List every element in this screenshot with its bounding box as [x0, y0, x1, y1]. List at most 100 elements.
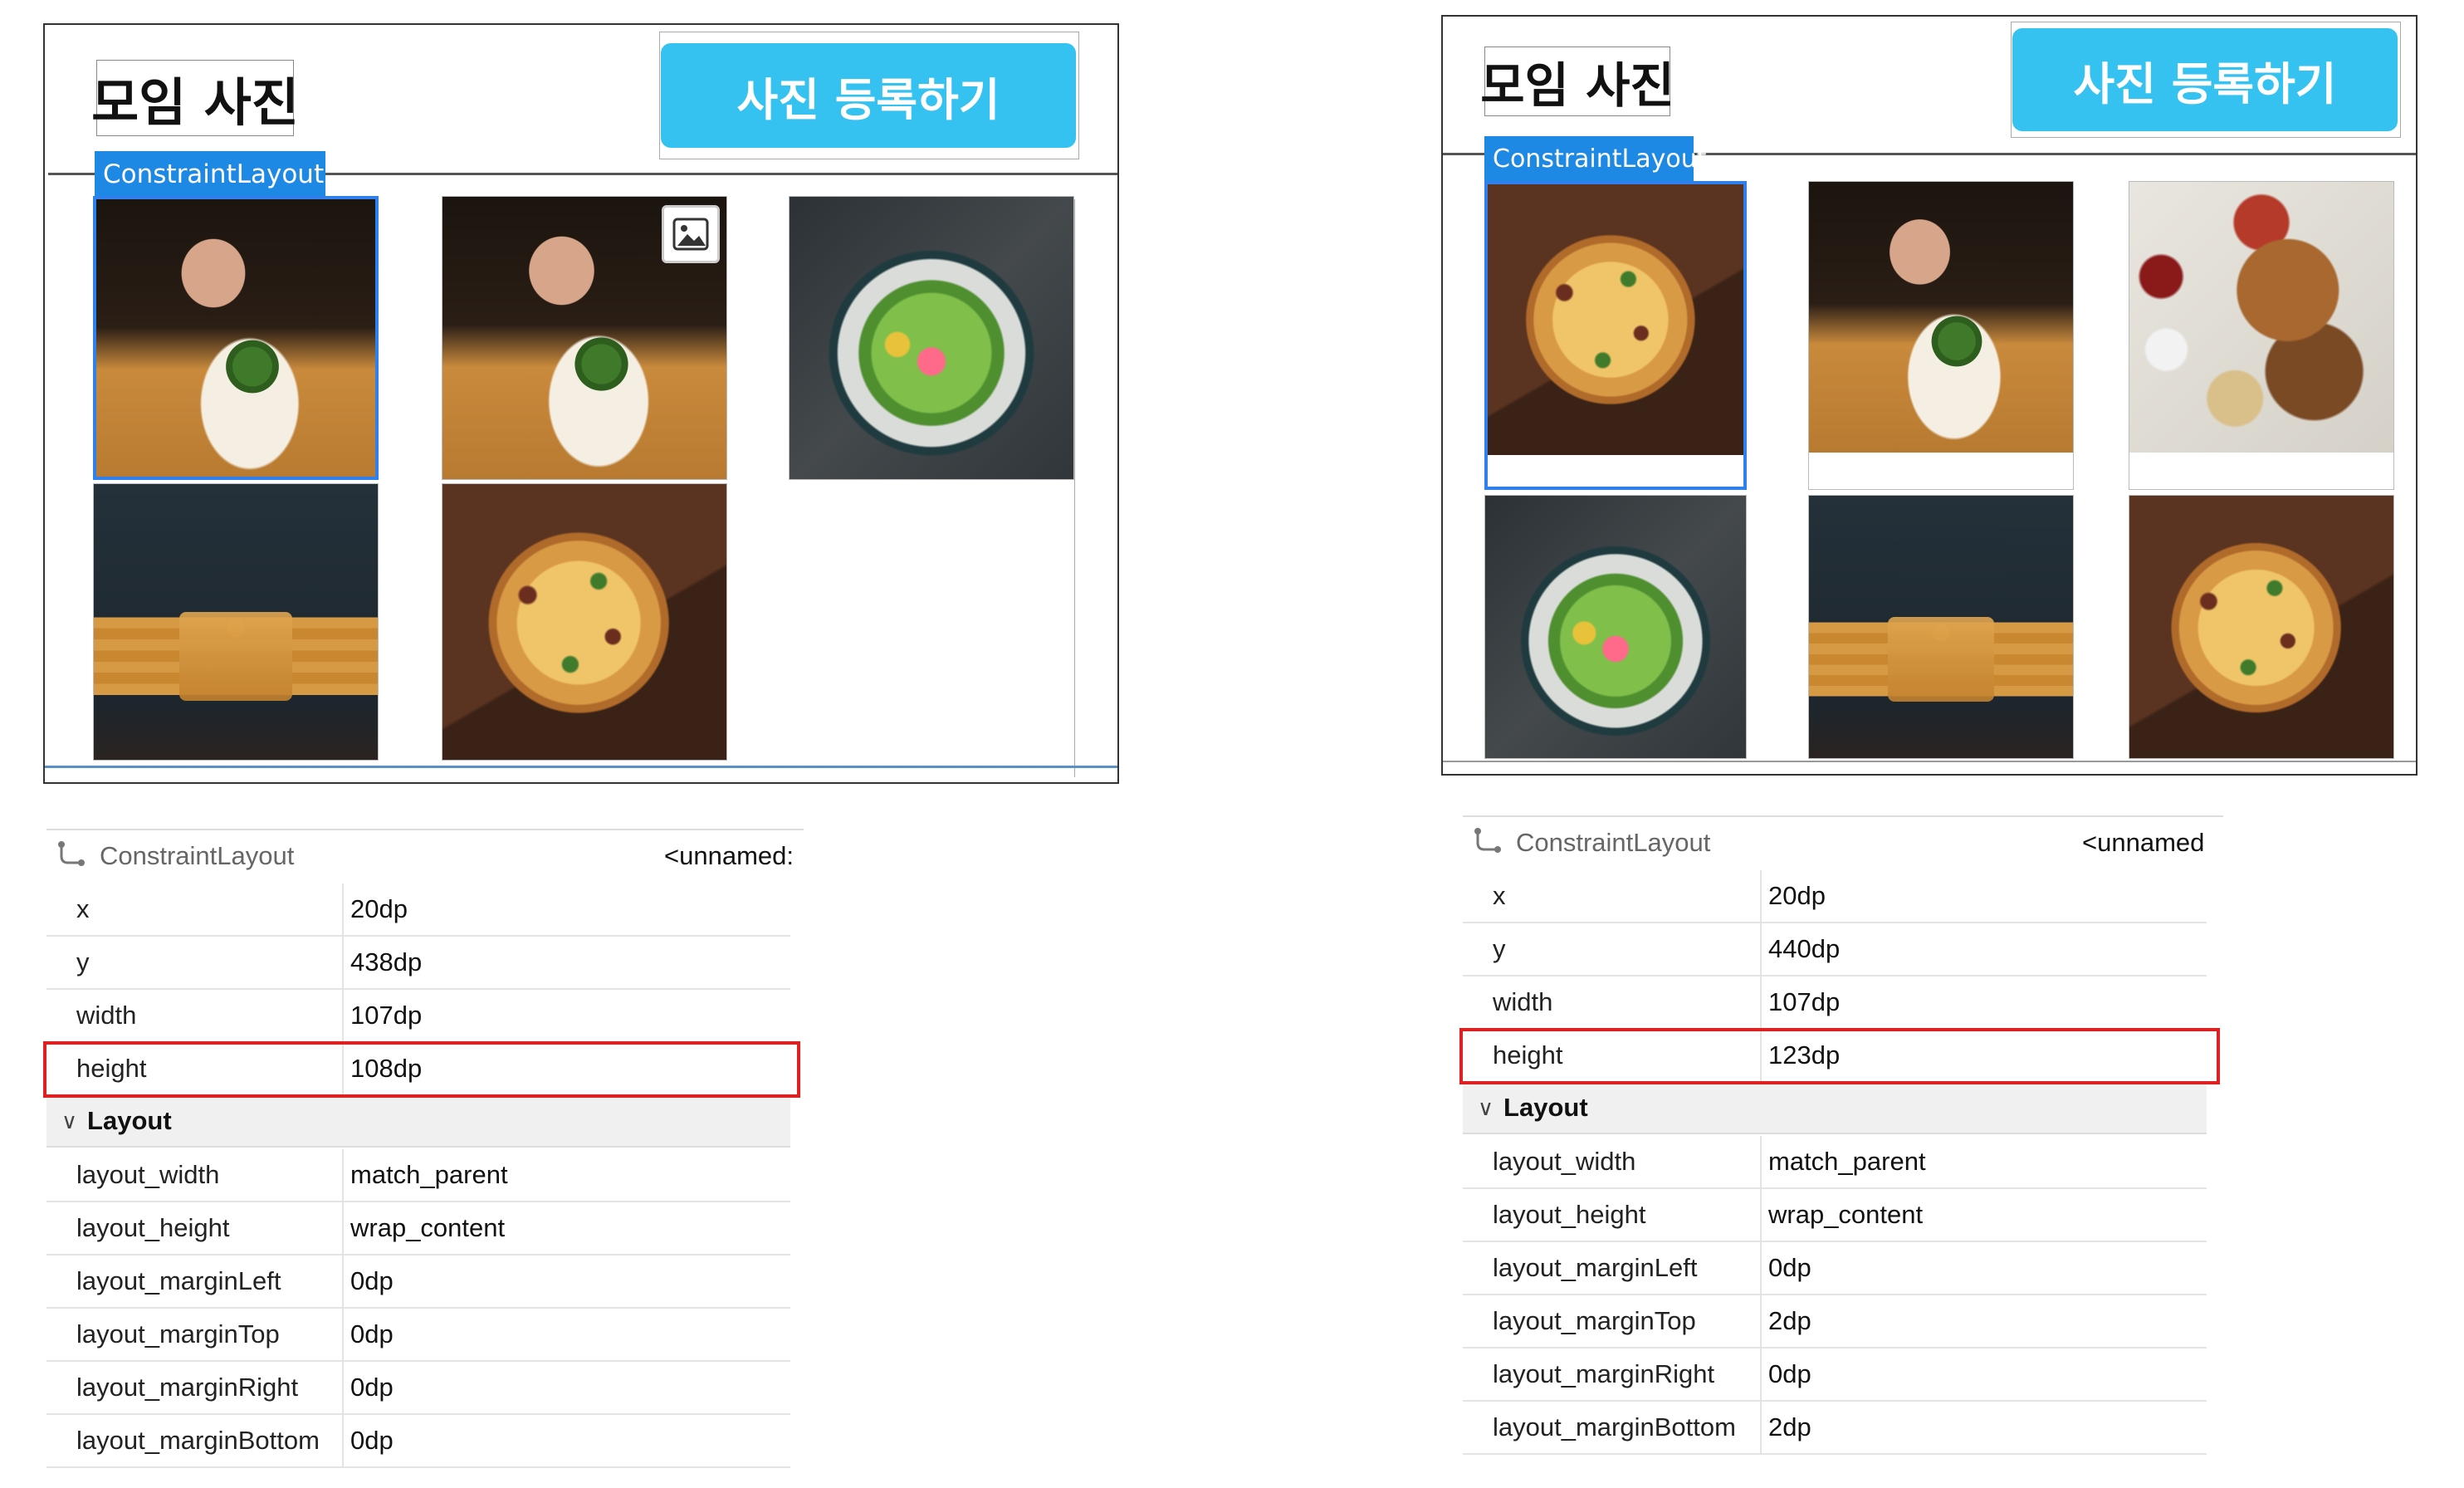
property-key: layout_height	[76, 1213, 230, 1242]
photo-cell[interactable]	[442, 196, 727, 480]
property-value[interactable]: 0dp	[350, 1319, 394, 1349]
column-divider	[342, 1202, 344, 1254]
photo-cell[interactable]	[1484, 495, 1747, 759]
property-key: layout_marginBottom	[76, 1426, 320, 1455]
right-preview-panel: 모임 사진 사진 등록하기 ConstraintLayout	[1441, 15, 2418, 776]
property-row-layout-height[interactable]: layout_height wrap_content	[46, 1202, 790, 1256]
left-preview-panel: 모임 사진 사진 등록하기 ConstraintLayout	[43, 23, 1119, 784]
column-divider	[342, 990, 344, 1041]
column-divider	[1760, 1402, 1762, 1453]
property-row-width[interactable]: width 107dp	[46, 990, 790, 1043]
property-value[interactable]: 2dp	[1768, 1412, 1811, 1442]
section-layout[interactable]: ∨ Layout	[46, 1096, 790, 1148]
section-title: Layout	[1503, 1093, 1588, 1122]
properties-header: ConstraintLayout <unnamed	[1463, 815, 2223, 869]
constraint-layout-icon	[55, 839, 88, 873]
column-divider	[1760, 1348, 1762, 1400]
property-value[interactable]: match_parent	[350, 1160, 508, 1190]
properties-type-label: ConstraintLayout	[100, 841, 295, 870]
property-row-layout-marginleft[interactable]: layout_marginLeft 0dp	[1463, 1242, 2207, 1295]
photo-cell[interactable]	[442, 483, 727, 761]
photo-pancake-stack	[94, 484, 378, 760]
column-divider	[1760, 1295, 1762, 1347]
property-key: layout_marginTop	[76, 1319, 280, 1348]
property-row-layout-margintop[interactable]: layout_marginTop 0dp	[46, 1309, 790, 1362]
photo-cell[interactable]	[789, 196, 1074, 480]
constraint-layout-tag: ConstraintLayout	[1484, 136, 1707, 181]
column-divider	[342, 1362, 344, 1413]
photo-cell[interactable]	[93, 196, 379, 480]
property-key: layout_width	[76, 1160, 220, 1189]
property-row-layout-marginleft[interactable]: layout_marginLeft 0dp	[46, 1256, 790, 1309]
property-value[interactable]: 2dp	[1768, 1306, 1811, 1336]
photo-cell[interactable]	[1808, 181, 2074, 490]
column-divider	[342, 1415, 344, 1466]
property-row-layout-margintop[interactable]: layout_marginTop 2dp	[1463, 1295, 2207, 1348]
property-key: layout_marginRight	[1493, 1359, 1715, 1388]
property-key: layout_height	[1493, 1200, 1646, 1229]
bottom-divider	[45, 766, 1117, 768]
property-row-y[interactable]: y 440dp	[1463, 923, 2207, 976]
property-row-y[interactable]: y 438dp	[46, 937, 790, 990]
property-key: layout_marginTop	[1493, 1306, 1696, 1335]
photo-salad-bowl	[1485, 496, 1746, 758]
property-value[interactable]: wrap_content	[350, 1213, 505, 1243]
photo-cell[interactable]	[1484, 181, 1747, 490]
property-row-layout-marginright[interactable]: layout_marginRight 0dp	[46, 1362, 790, 1415]
property-row-layout-marginbottom[interactable]: layout_marginBottom 2dp	[1463, 1402, 2207, 1455]
properties-id-label: <unnamed	[2082, 828, 2205, 857]
property-value[interactable]: 0dp	[350, 1426, 394, 1456]
property-value[interactable]: 0dp	[350, 1373, 394, 1402]
property-row-layout-width[interactable]: layout_width match_parent	[46, 1149, 790, 1202]
property-row-width[interactable]: width 107dp	[1463, 976, 2207, 1030]
constraint-layout-tag: ConstraintLayout	[95, 151, 325, 198]
page-title: 모임 사진	[1480, 46, 1674, 116]
property-key: y	[76, 947, 90, 976]
photo-chef-plating	[96, 199, 375, 477]
property-value[interactable]: 20dp	[1768, 881, 1826, 911]
photo-cell[interactable]	[2129, 495, 2394, 759]
page-title: 모임 사진	[91, 60, 299, 136]
photo-pizza	[2129, 496, 2393, 758]
property-value[interactable]: match_parent	[1768, 1147, 1926, 1177]
property-key: x	[76, 894, 90, 923]
photo-cell[interactable]	[1808, 495, 2074, 759]
photo-pizza	[442, 484, 726, 760]
grid-right-edge	[1074, 199, 1075, 777]
property-row-layout-marginright[interactable]: layout_marginRight 0dp	[1463, 1348, 2207, 1402]
properties-type-label: ConstraintLayout	[1516, 828, 1711, 857]
register-photo-button[interactable]: 사진 등록하기	[661, 43, 1076, 148]
column-divider	[1760, 1189, 1762, 1241]
property-row-layout-width[interactable]: layout_width match_parent	[1463, 1136, 2207, 1189]
property-value[interactable]: 0dp	[1768, 1359, 1811, 1389]
photo-cell[interactable]	[2129, 181, 2394, 490]
photo-salad-bowl	[790, 197, 1073, 479]
property-value[interactable]: 20dp	[350, 894, 408, 924]
property-value[interactable]: 107dp	[350, 1001, 422, 1030]
property-key: y	[1493, 934, 1506, 963]
section-layout[interactable]: ∨ Layout	[1463, 1083, 2207, 1134]
property-row-x[interactable]: x 20dp	[46, 884, 790, 937]
section-title: Layout	[87, 1106, 172, 1135]
height-row-highlight	[1459, 1028, 2220, 1084]
chevron-down-icon[interactable]: ∨	[61, 1109, 77, 1134]
property-value[interactable]: 0dp	[350, 1266, 394, 1296]
property-row-layout-marginbottom[interactable]: layout_marginBottom 0dp	[46, 1415, 790, 1468]
photo-cell[interactable]	[93, 483, 379, 761]
property-row-layout-height[interactable]: layout_height wrap_content	[1463, 1189, 2207, 1242]
property-key: layout_width	[1493, 1147, 1636, 1176]
property-value[interactable]: wrap_content	[1768, 1200, 1923, 1230]
property-key: layout_marginLeft	[1493, 1253, 1698, 1282]
property-value[interactable]: 438dp	[350, 947, 422, 977]
photo-kebab	[2129, 182, 2393, 453]
column-divider	[342, 937, 344, 988]
property-value[interactable]: 0dp	[1768, 1253, 1811, 1283]
constraint-layout-icon	[1471, 826, 1504, 859]
register-photo-button[interactable]: 사진 등록하기	[2012, 28, 2398, 131]
property-value[interactable]: 440dp	[1768, 934, 1840, 964]
column-divider	[342, 884, 344, 935]
property-row-x[interactable]: x 20dp	[1463, 870, 2207, 923]
property-value[interactable]: 107dp	[1768, 987, 1840, 1017]
chevron-down-icon[interactable]: ∨	[1478, 1095, 1494, 1121]
column-divider	[1760, 1136, 1762, 1187]
